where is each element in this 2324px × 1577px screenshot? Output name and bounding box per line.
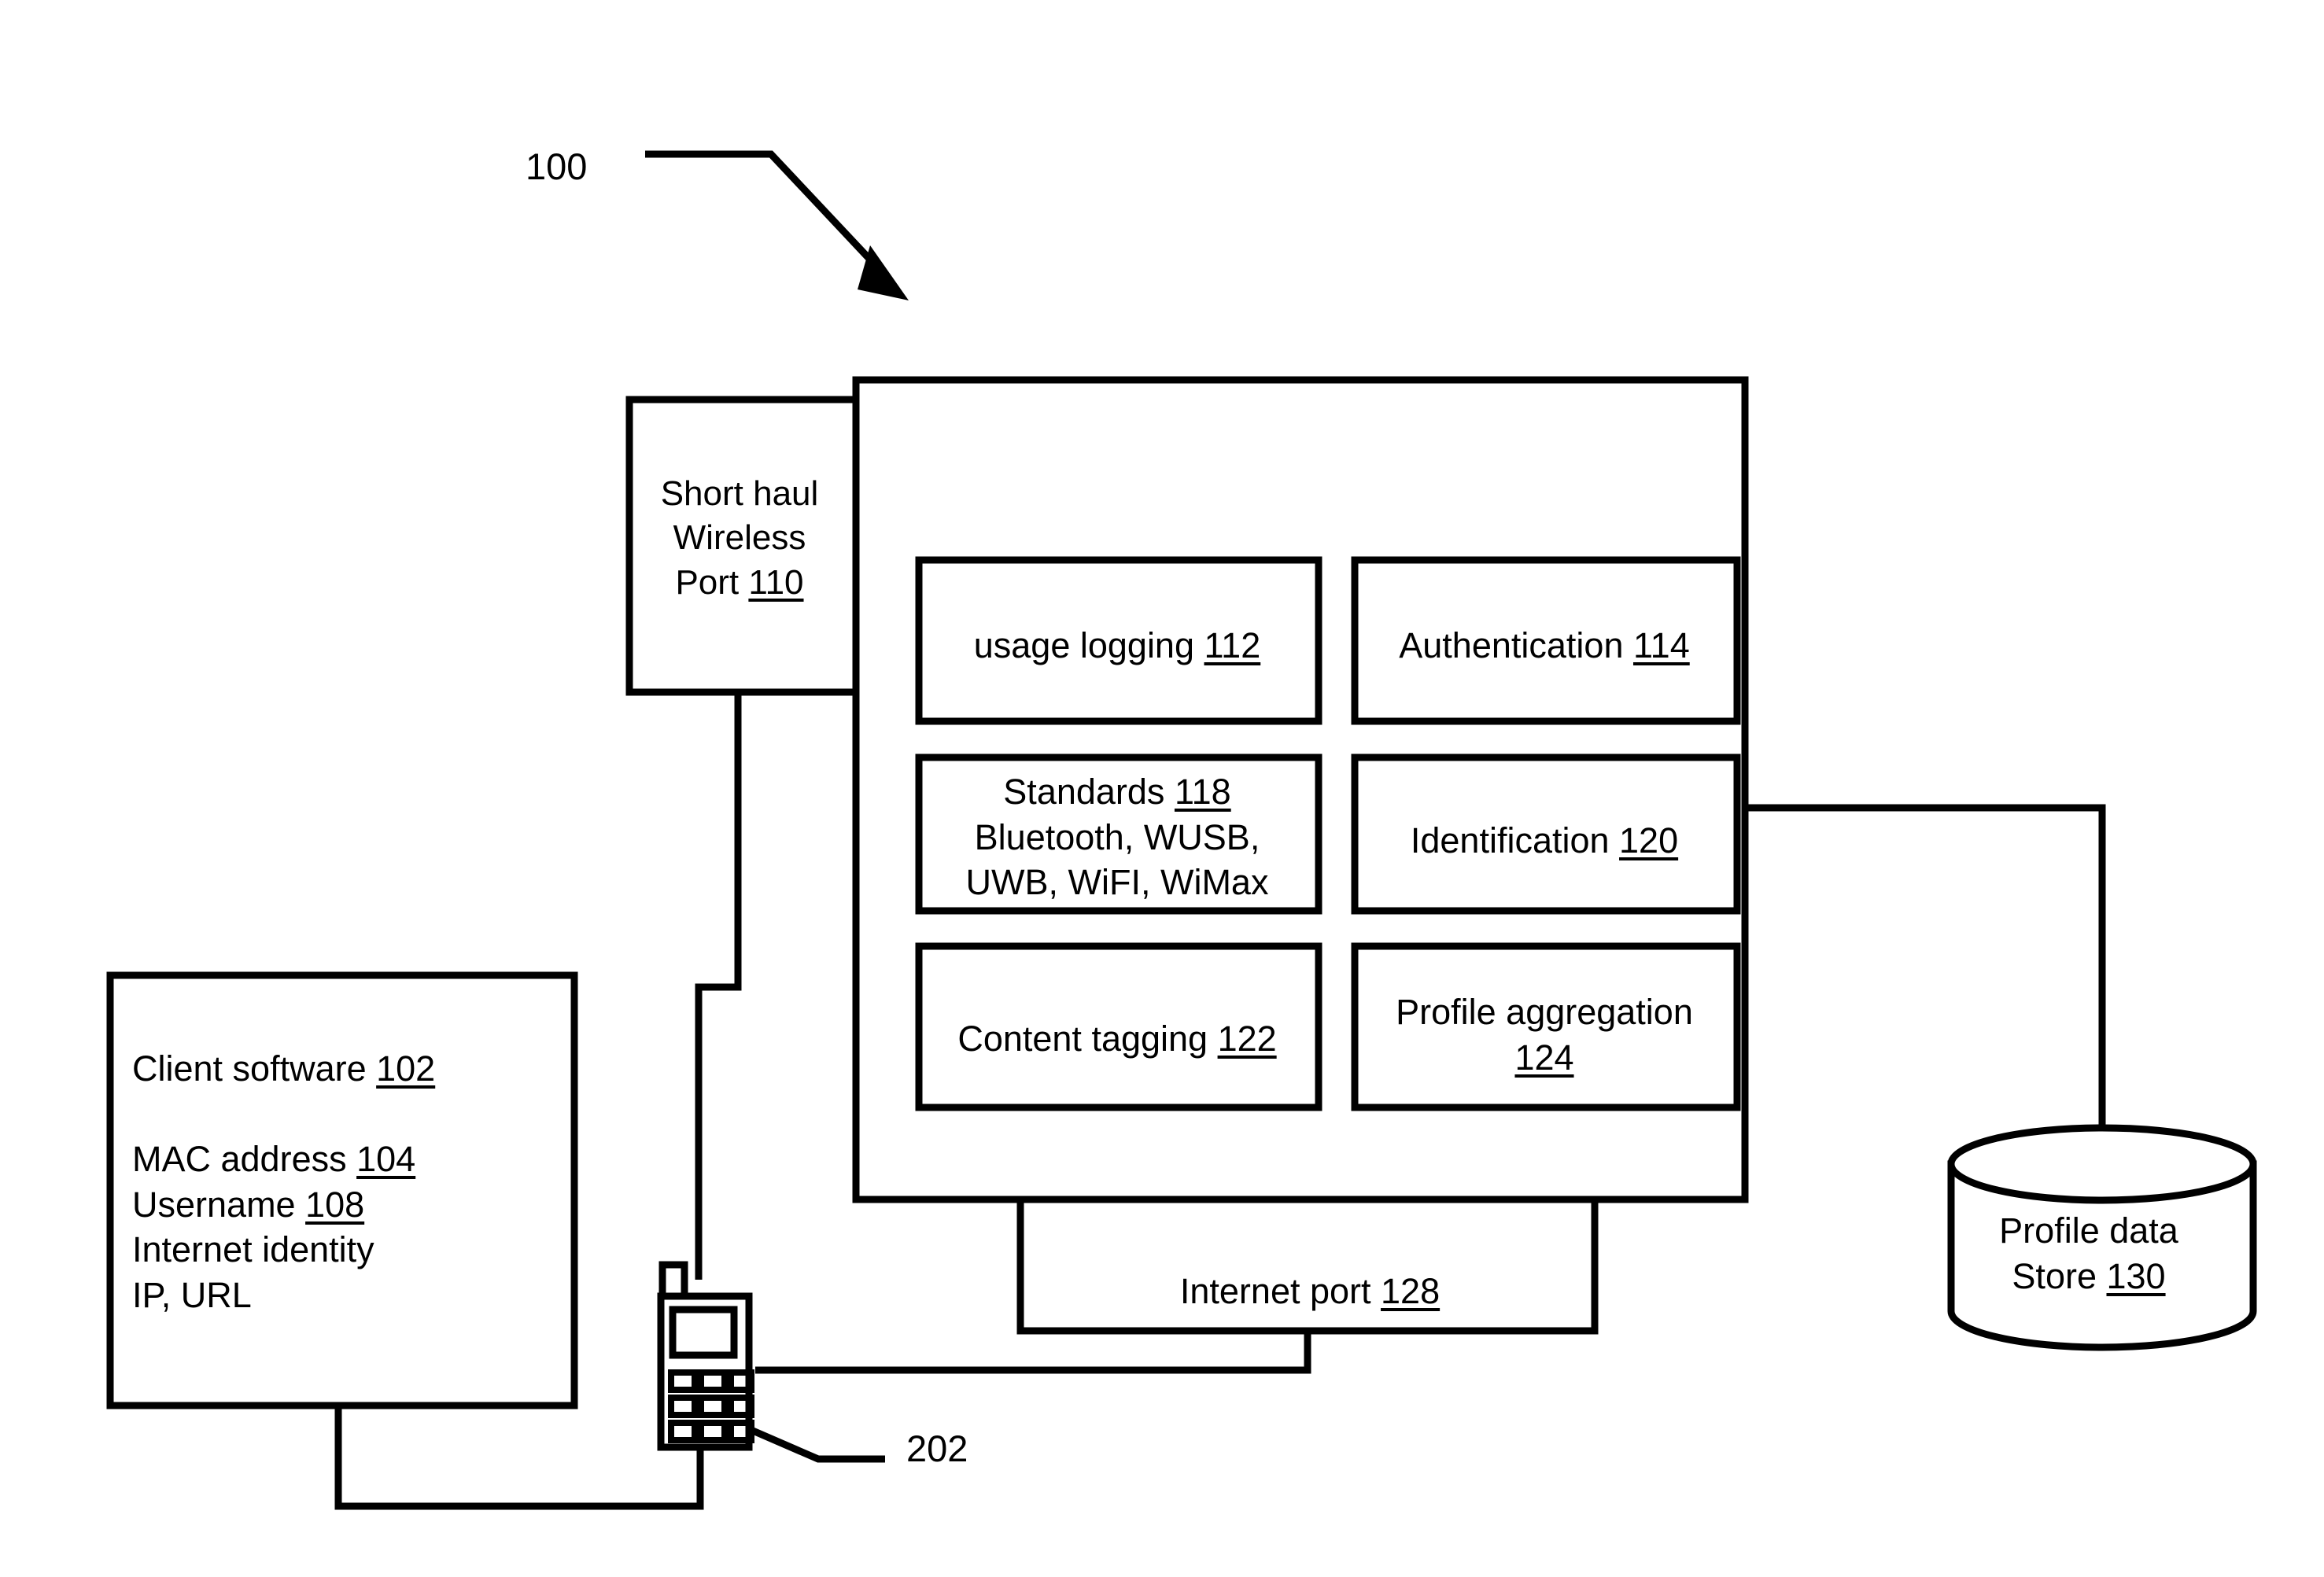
connector-shorthaul-to-phone <box>695 692 742 1280</box>
client-software-box[interactable] <box>106 971 578 1409</box>
internet-port-box[interactable] <box>1016 1196 1599 1335</box>
connector-client-to-phone <box>334 1406 704 1510</box>
module-box-content-tagging[interactable] <box>915 942 1322 1111</box>
ref-202-leader <box>746 1424 885 1463</box>
profile-data-store-cylinder[interactable] <box>1947 1124 2257 1351</box>
ref-100-leader <box>645 150 909 300</box>
module-box-standards[interactable] <box>915 753 1322 915</box>
module-box-usage-logging[interactable] <box>915 556 1322 725</box>
phone-screen <box>669 1306 738 1359</box>
connector-container-to-store <box>1745 804 2106 1139</box>
module-box-authentication[interactable] <box>1351 556 1741 725</box>
short-haul-wireless-port-box[interactable] <box>625 396 860 696</box>
connector-internetport-to-phone <box>755 1331 1311 1374</box>
figure-canvas: 100 202 Short haul Wireless Port 110 usa… <box>0 0 2324 1577</box>
mobile-phone-icon[interactable] <box>657 1261 754 1451</box>
module-box-profile-aggregation[interactable] <box>1351 942 1741 1111</box>
diagram-vector-layer <box>106 150 2257 1510</box>
module-box-identification[interactable] <box>1351 753 1741 915</box>
